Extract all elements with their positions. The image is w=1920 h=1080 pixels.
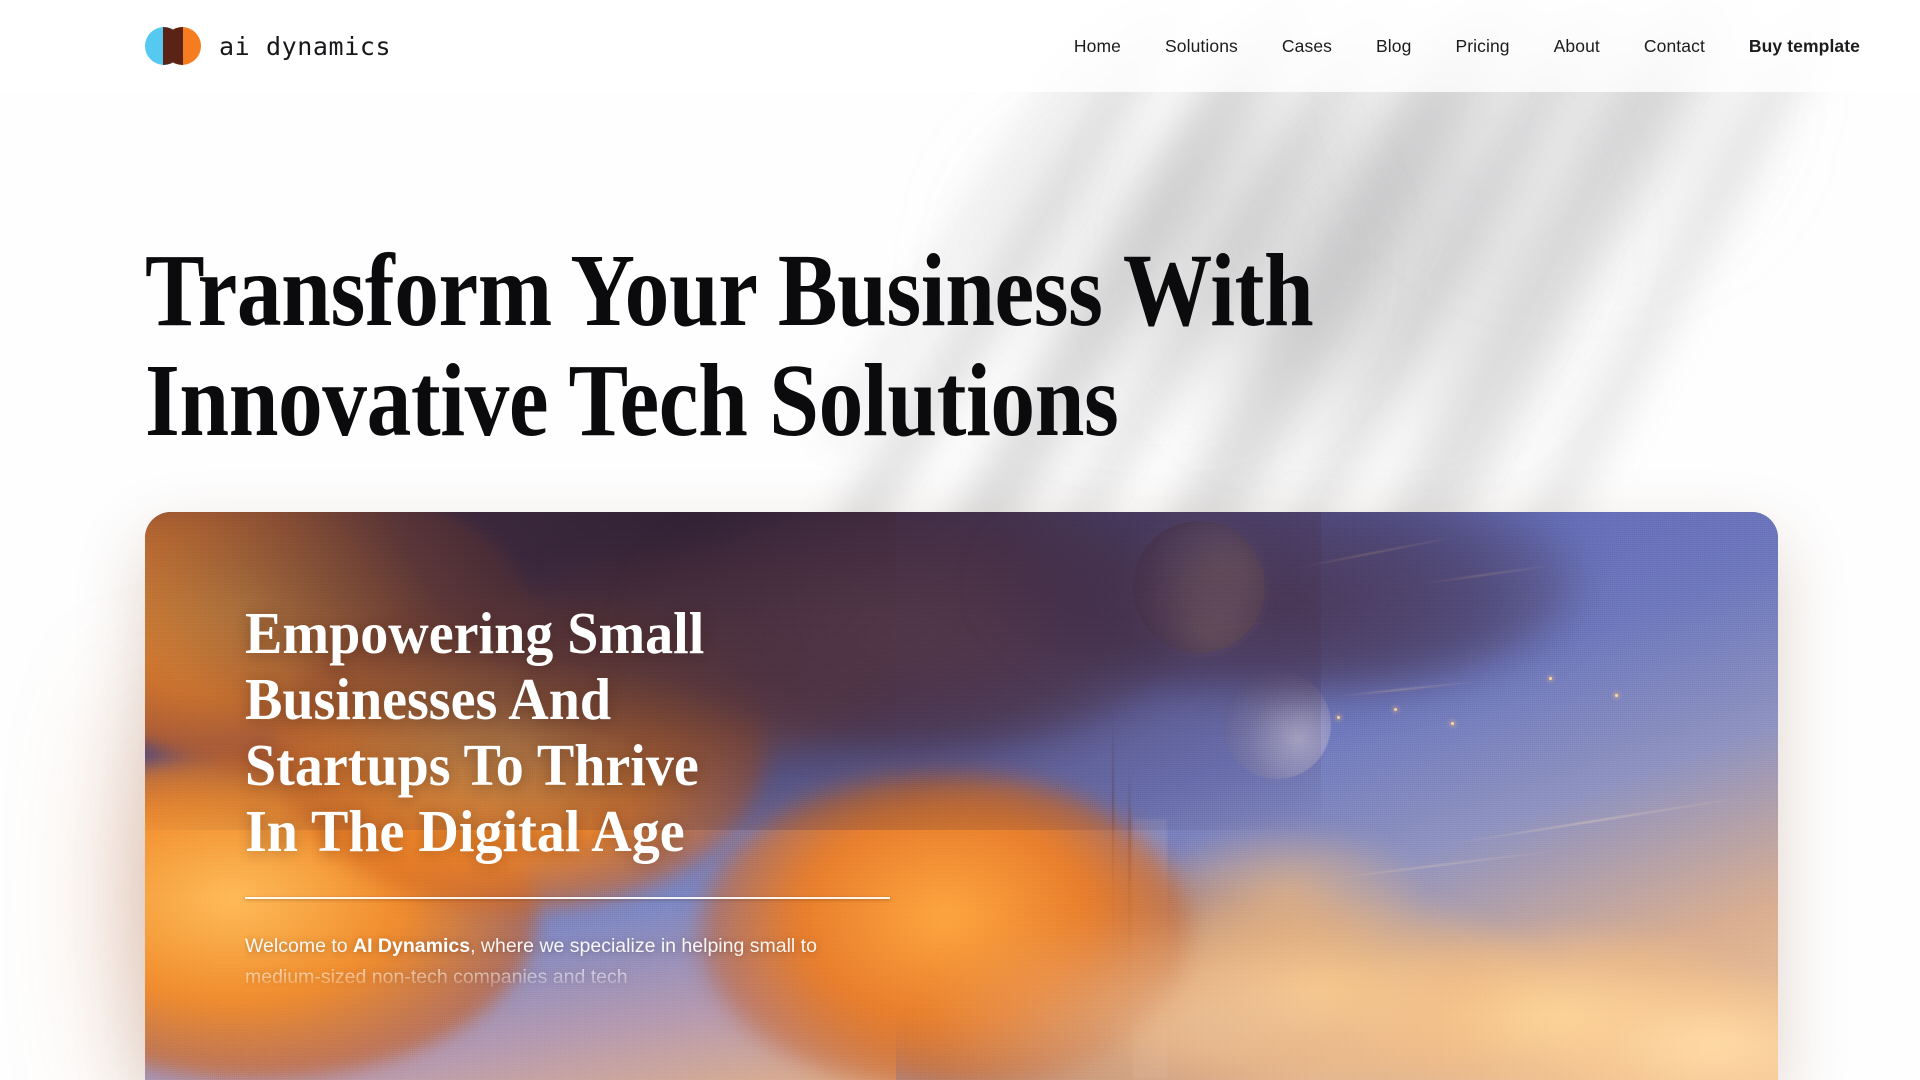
brand-logo[interactable]: ai dynamics xyxy=(145,27,391,65)
hero-card-title-line-1: Empowering Small xyxy=(245,600,705,666)
nav-item-blog[interactable]: Blog xyxy=(1354,28,1433,65)
page-title-line-2: Innovative Tech Solutions xyxy=(145,343,1119,459)
hero-card-title-line-2: Businesses And xyxy=(245,666,612,733)
nav-item-about[interactable]: About xyxy=(1532,28,1622,65)
hero-card-title: Empowering Small Businesses And Startups… xyxy=(245,600,891,864)
description-brand: AI Dynamics xyxy=(353,934,471,957)
nav-item-contact[interactable]: Contact xyxy=(1622,28,1727,65)
page-title: Transform Your Business With Innovative … xyxy=(145,233,1349,459)
nav-item-home[interactable]: Home xyxy=(1052,28,1143,65)
hero-card-content: Empowering Small Businesses And Startups… xyxy=(245,600,925,994)
hero-card-description: Welcome to AI Dynamics, where we special… xyxy=(245,931,865,994)
landing-page: ai dynamics Home Solutions Cases Blog Pr… xyxy=(0,0,1920,1080)
nav-item-buy-template[interactable]: Buy template xyxy=(1727,28,1860,65)
description-intro: Welcome to xyxy=(245,934,354,957)
overlapping-circles-icon xyxy=(145,27,201,65)
nav-item-cases[interactable]: Cases xyxy=(1260,28,1354,65)
page-title-line-1: Transform Your Business With xyxy=(145,233,1314,348)
hero-card: Empowering Small Businesses And Startups… xyxy=(145,512,1778,1080)
hero-card-title-line-3: Startups To Thrive xyxy=(245,732,699,799)
nav-item-solutions[interactable]: Solutions xyxy=(1143,28,1260,65)
brand-name: ai dynamics xyxy=(219,31,392,61)
nav-item-pricing[interactable]: Pricing xyxy=(1433,28,1531,65)
hero-card-title-line-4: In The Digital Age xyxy=(245,798,685,865)
hero-card-divider xyxy=(245,897,890,899)
site-header: ai dynamics Home Solutions Cases Blog Pr… xyxy=(0,0,1920,92)
main-navigation: Home Solutions Cases Blog Pricing About … xyxy=(1052,28,1860,65)
